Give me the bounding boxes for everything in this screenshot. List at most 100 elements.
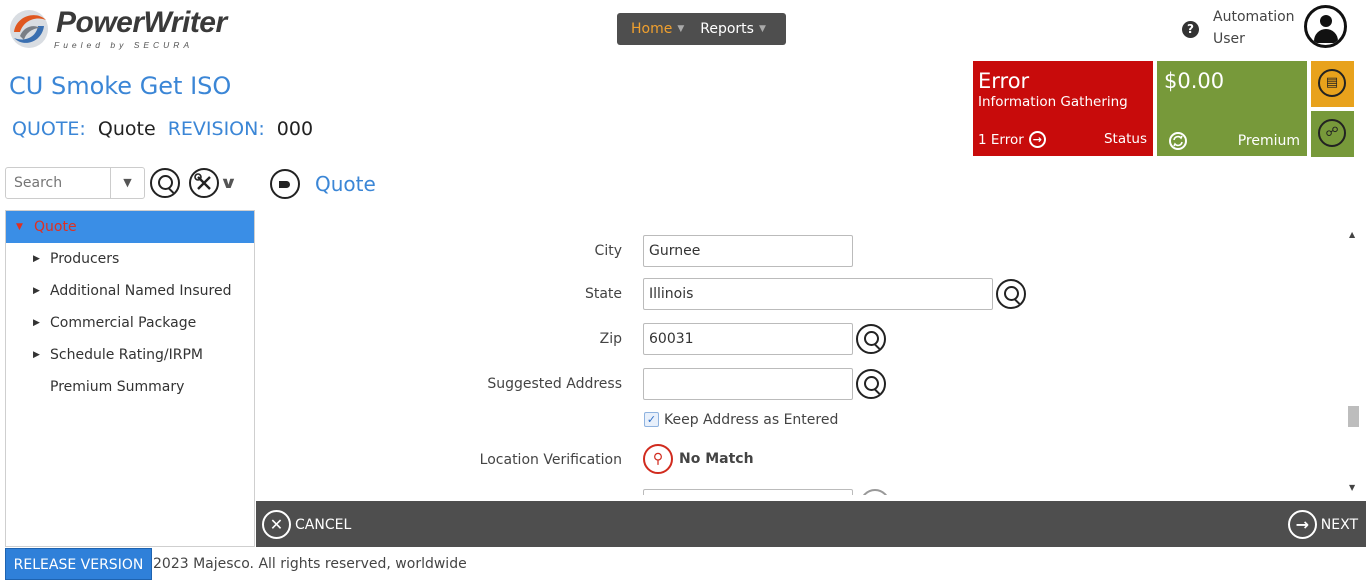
close-icon: ✕ [262,510,291,539]
caret-right-icon: ▶ [33,286,40,296]
tree-search: ▼ [5,167,145,199]
caret-right-icon: ▶ [33,318,40,328]
caret-right-icon: ▶ [33,350,40,360]
premium-amount: $0.00 [1164,69,1225,93]
refresh-icon[interactable] [1169,132,1187,150]
next-label: NEXT [1320,516,1358,533]
revision-value: 000 [276,118,314,140]
state-row: State Illinois [256,278,1256,310]
tree-item-additional-named-insured[interactable]: ▶ Additional Named Insured [6,275,254,307]
quote-label: QUOTE: [12,118,86,140]
suggested-address-field[interactable] [643,368,853,400]
state-search-button[interactable] [996,279,1026,309]
tree-item-label: Premium Summary [50,379,185,395]
error-status-tile[interactable]: Error Information Gathering 1 Error → St… [973,61,1153,156]
scroll-up-icon[interactable]: ▲ [1349,230,1355,239]
user-name-line1: Automation [1213,9,1295,25]
zip-label: Zip [599,331,622,347]
premium-tile[interactable]: $0.00 Premium [1157,61,1307,156]
arrow-right-icon: → [1287,510,1317,539]
location-verification-status: No Match [679,451,754,467]
form-scrollbar[interactable]: ▲ ▼ [1346,227,1361,495]
zip-field[interactable]: 60031 [643,323,853,355]
release-version-button[interactable]: RELEASE VERSION [5,548,152,580]
error-title: Error [978,69,1030,93]
tree-item-commercial-package[interactable]: ▶ Commercial Package [6,307,254,339]
city-row: City Gurnee [256,235,1256,267]
quote-meta: QUOTE: Quote REVISION: 000 [12,118,319,140]
search-button[interactable] [150,168,180,198]
brand-logo[interactable]: PowerWriter Fueled by SECURA [6,4,238,52]
cancel-label: CANCEL [295,516,352,533]
message-icon: ▤ [1318,69,1346,97]
city-field[interactable]: Gurnee [643,235,853,267]
suggested-address-search-button[interactable] [856,369,886,399]
next-row-partial [256,489,1256,495]
keep-address-row: ✓ Keep Address as Entered [256,411,1256,431]
chevron-down-icon: ▼ [758,24,766,34]
help-icon[interactable]: ? [1182,21,1199,38]
tree-item-quote[interactable]: ▼ Quote [6,211,254,243]
logo-swirl-icon [10,10,48,48]
next-button[interactable]: → NEXT [1287,510,1358,539]
chevron-down-icon[interactable]: ∨ [219,173,237,192]
tree-item-premium-summary[interactable]: Premium Summary [6,371,254,403]
zip-row: Zip 60031 [256,323,1256,355]
logo-wordmark: PowerWriter [56,6,227,39]
city-label: City [594,243,622,259]
premium-label: Premium [1237,133,1300,149]
nav-home-label: Home [631,21,673,37]
tree-item-label: Schedule Rating/IRPM [50,347,204,363]
user-avatar-icon[interactable] [1304,5,1347,48]
revision-label: REVISION: [167,118,265,140]
scroll-thumb[interactable] [1348,406,1359,427]
keep-address-checkbox[interactable]: ✓ [644,412,659,427]
search-input[interactable] [6,168,110,198]
error-count-link[interactable]: 1 Error → [978,131,1046,148]
tree-item-label: Producers [50,251,120,267]
nav-reports-menu[interactable]: Reports ▼ [700,21,766,37]
tree-item-label: Commercial Package [50,315,197,331]
paperclip-icon: ☍ [1318,119,1346,147]
suggested-address-label: Suggested Address [487,376,622,392]
caret-right-icon: ▶ [33,254,40,264]
zip-search-button[interactable] [856,324,886,354]
partial-field[interactable] [643,489,853,495]
user-name: Automation User [1213,6,1295,50]
state-label: State [584,286,622,302]
cancel-button[interactable]: ✕ CANCEL [262,510,351,539]
messages-button[interactable]: ▤ [1311,61,1354,107]
arrow-right-icon: → [1028,131,1046,148]
chevron-down-icon: ▼ [677,24,685,34]
nav-home-menu[interactable]: Home ▼ [631,21,684,37]
navigation-tree: ▼ Quote ▶ Producers ▶ Additional Named I… [5,210,255,547]
tools-button[interactable] [189,168,219,198]
location-verification-row: Location Verification ⚲ No Match [256,444,1256,476]
page-title: CU Smoke Get ISO [9,72,232,100]
quote-value: Quote [97,118,156,140]
search-dropdown-chevron-icon[interactable]: ▼ [110,168,144,198]
logo-tagline: Fueled by SECURA [54,40,194,50]
error-count: 1 Error [978,131,1024,148]
collapse-icon[interactable] [270,169,300,199]
error-subtitle: Information Gathering [978,94,1128,110]
tree-item-schedule-rating[interactable]: ▶ Schedule Rating/IRPM [6,339,254,371]
tree-item-label: Additional Named Insured [50,283,232,299]
copyright-text: 2023 Majesco. All rights reserved, world… [153,556,467,572]
action-bar: ✕ CANCEL → NEXT [256,501,1366,547]
tree-item-producers[interactable]: ▶ Producers [6,243,254,275]
map-pin-icon: ⚲ [643,444,673,474]
error-status-label: Status [1103,131,1147,147]
section-header: Quote [270,169,376,199]
suggested-address-row: Suggested Address [256,368,1256,400]
tools-icon [194,173,211,190]
state-field[interactable]: Illinois [643,278,993,310]
top-nav: Home ▼ Reports ▼ [617,13,786,45]
location-verification-label: Location Verification [479,452,622,468]
partial-search-button[interactable] [860,489,890,495]
tree-item-label: Quote [34,219,77,235]
attachments-button[interactable]: ☍ [1311,111,1354,157]
scroll-down-icon[interactable]: ▼ [1349,483,1355,492]
keep-address-label: Keep Address as Entered [664,412,839,428]
user-name-line2: User [1213,31,1245,47]
